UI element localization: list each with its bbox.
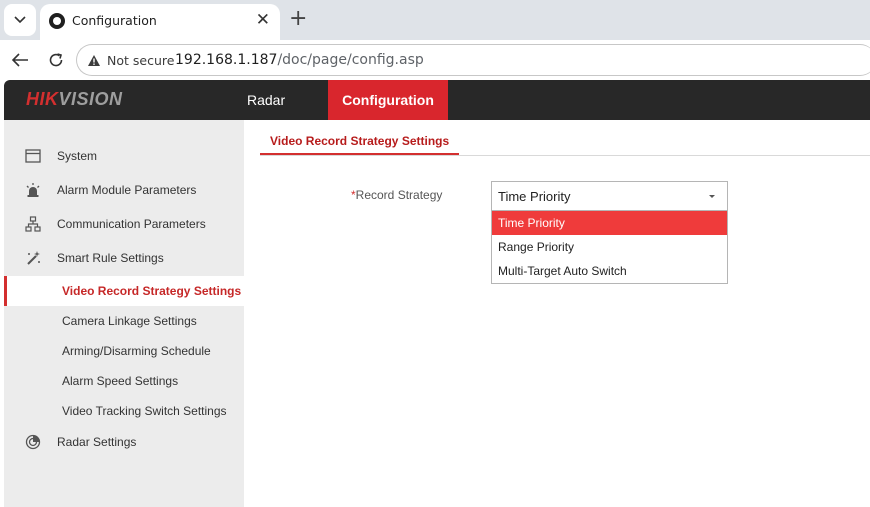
back-button[interactable]	[8, 48, 32, 72]
sidebar-item-label: System	[57, 149, 98, 163]
sidebar-item-label: Alarm Module Parameters	[57, 183, 197, 197]
nav-radar[interactable]: Radar	[247, 80, 285, 120]
record-strategy-label: *Record Strategy	[351, 188, 442, 202]
app-header: HIKVISION Radar Configuration	[4, 80, 870, 120]
record-strategy-dropdown: Time Priority Range Priority Multi-Targe…	[491, 210, 728, 284]
nav-configuration[interactable]: Configuration	[328, 80, 448, 120]
network-icon	[24, 215, 42, 233]
tab-search-button[interactable]	[4, 4, 36, 36]
url-host: 192.168.1.187	[175, 52, 278, 68]
main-content: Video Record Strategy Settings *Record S…	[244, 120, 870, 507]
section-divider	[260, 155, 870, 156]
sidebar-subitem-camera-linkage[interactable]: Camera Linkage Settings	[4, 306, 244, 336]
back-arrow-icon	[11, 53, 28, 67]
logo-part2: VISION	[58, 89, 123, 109]
magic-wand-icon	[24, 249, 42, 267]
sidebar-subitem-video-tracking-switch[interactable]: Video Tracking Switch Settings	[4, 396, 244, 426]
logo-part1: HIK	[26, 89, 59, 109]
site-favicon-icon	[49, 13, 65, 29]
sidebar-subitem-alarm-speed[interactable]: Alarm Speed Settings	[4, 366, 244, 396]
sidebar-item-smart-rule[interactable]: Smart Rule Settings	[4, 243, 244, 273]
tab-close-icon[interactable]: ✕	[256, 10, 270, 30]
browser-toolbar: Not secure 192.168.1.187/doc/page/config…	[0, 40, 870, 80]
tab-title: Configuration	[72, 13, 157, 28]
warning-icon	[88, 55, 100, 66]
option-multi-target-auto-switch[interactable]: Multi-Target Auto Switch	[492, 259, 727, 283]
security-status[interactable]: Not secure	[107, 53, 174, 68]
new-tab-button[interactable]: +	[289, 6, 307, 32]
url-text[interactable]: 192.168.1.187/doc/page/config.asp	[175, 52, 424, 68]
alarm-light-icon	[24, 181, 42, 199]
record-strategy-select[interactable]: Time Priority	[491, 181, 728, 211]
radar-icon	[24, 433, 42, 451]
hikvision-logo: HIKVISION	[26, 89, 123, 110]
browser-tab-strip: Configuration ✕ +	[0, 0, 870, 40]
url-path: /doc/page/config.asp	[277, 52, 424, 68]
chevron-down-icon	[14, 16, 26, 24]
sidebar-item-label: Communication Parameters	[57, 217, 206, 231]
sidebar-subitem-label: Camera Linkage Settings	[62, 314, 197, 328]
sidebar-item-radar-settings[interactable]: Radar Settings	[4, 427, 244, 457]
sidebar-subitem-label: Video Record Strategy Settings	[62, 284, 242, 298]
sidebar-subitem-label: Arming/Disarming Schedule	[62, 344, 211, 358]
sidebar-item-system[interactable]: System	[4, 141, 244, 171]
sidebar-subitem-video-record-strategy[interactable]: Video Record Strategy Settings	[4, 276, 244, 306]
address-bar[interactable]: Not secure 192.168.1.187/doc/page/config…	[76, 44, 870, 76]
sidebar-item-alarm-module[interactable]: Alarm Module Parameters	[4, 175, 244, 205]
section-tab-video-record-strategy[interactable]: Video Record Strategy Settings	[260, 132, 460, 155]
browser-tab[interactable]: Configuration ✕	[40, 4, 280, 40]
sidebar-item-label: Smart Rule Settings	[57, 251, 164, 265]
sidebar-subitem-label: Video Tracking Switch Settings	[62, 404, 227, 418]
sidebar-subitem-label: Alarm Speed Settings	[62, 374, 179, 388]
sidebar: System Alarm Module Parameters Communica…	[4, 120, 244, 507]
caret-down-icon	[709, 195, 715, 198]
option-range-priority[interactable]: Range Priority	[492, 235, 727, 259]
record-strategy-label-text: Record Strategy	[355, 188, 443, 202]
select-value: Time Priority	[498, 189, 571, 204]
sidebar-item-communication[interactable]: Communication Parameters	[4, 209, 244, 239]
reload-icon	[49, 53, 63, 67]
reload-button[interactable]	[44, 48, 68, 72]
sidebar-item-label: Radar Settings	[57, 435, 137, 449]
window-icon	[24, 147, 42, 165]
option-time-priority[interactable]: Time Priority	[492, 211, 727, 235]
sidebar-subitem-arming-schedule[interactable]: Arming/Disarming Schedule	[4, 336, 244, 366]
